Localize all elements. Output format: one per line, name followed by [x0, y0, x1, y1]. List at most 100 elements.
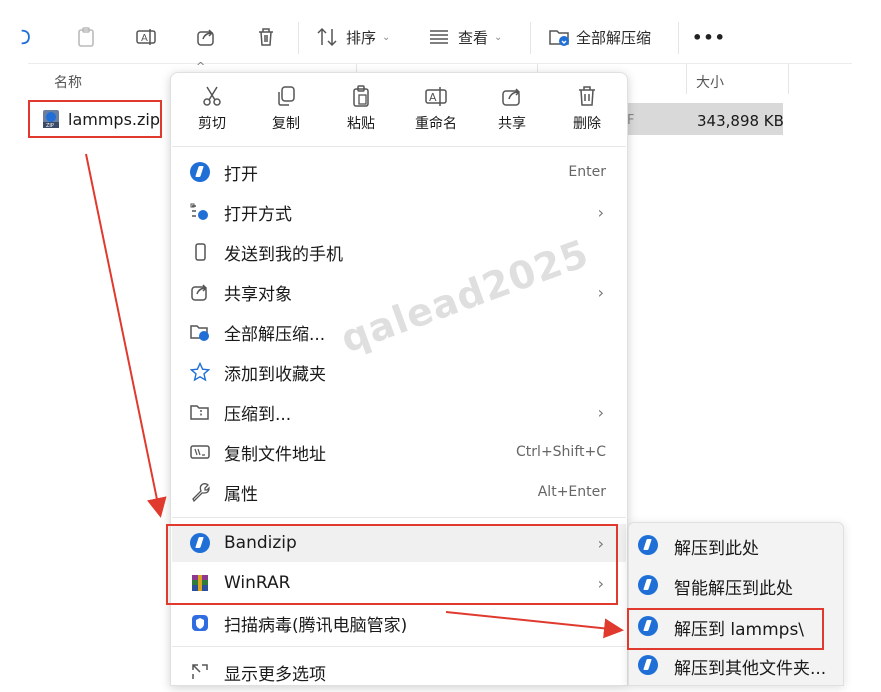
- toolbar: A 排序 ⌄ 查看 ⌄ 全部解压缩 •••: [0, 0, 881, 62]
- column-divider[interactable]: [686, 64, 687, 94]
- menu-item-label: 添加到收藏夹: [224, 364, 326, 385]
- menu-divider: [172, 517, 626, 518]
- rename-label: 重命名: [415, 116, 457, 132]
- bandizip-icon: [638, 575, 660, 597]
- bandizip-icon: [638, 655, 660, 677]
- rename-icon: A: [425, 87, 447, 106]
- column-header-size[interactable]: 大小: [696, 72, 724, 92]
- copy-icon: [278, 86, 295, 106]
- phone-icon: [190, 242, 210, 262]
- more-button[interactable]: •••: [692, 20, 726, 54]
- menu-item-label: 压缩到...: [224, 404, 292, 425]
- menu-item-shortcut: Ctrl+Shift+C: [516, 444, 606, 460]
- menu-item-shortcut: Alt+Enter: [537, 484, 606, 500]
- menu-item-more-options[interactable]: 显示更多选项: [172, 652, 626, 692]
- column-header-name[interactable]: 名称: [54, 72, 82, 92]
- submenu-item-label: 解压到其他文件夹...: [674, 658, 826, 679]
- submenu-item-smart-extract[interactable]: 智能解压到此处: [630, 566, 842, 606]
- chevron-right-icon: ›: [597, 402, 604, 422]
- new-icon[interactable]: [18, 20, 38, 54]
- column-divider[interactable]: [788, 64, 789, 94]
- menu-item-open[interactable]: 打开 Enter: [172, 152, 626, 192]
- menu-item-label: 全部解压缩...: [224, 324, 326, 345]
- share-button[interactable]: 共享: [478, 84, 546, 133]
- copy-button[interactable]: 复制: [252, 84, 320, 133]
- menu-item-label: 复制文件地址: [224, 444, 326, 465]
- extract-folder-icon: [190, 322, 210, 342]
- menu-item-label: 打开: [224, 164, 258, 185]
- bandizip-icon: [638, 535, 660, 557]
- paste-button[interactable]: 粘贴: [327, 84, 395, 133]
- cut-button[interactable]: 剪切: [178, 84, 246, 133]
- zip-file-icon: ZIP: [43, 110, 59, 129]
- view-label: 查看: [458, 28, 489, 47]
- chevron-down-icon: ⌄: [382, 31, 391, 43]
- menu-item-compress-to[interactable]: 压缩到... ›: [172, 392, 626, 432]
- svg-text:ZIP: ZIP: [46, 123, 54, 129]
- paste-label: 粘贴: [347, 116, 375, 132]
- sort-button[interactable]: 排序 ⌄: [316, 20, 390, 54]
- menu-item-label: 显示更多选项: [224, 664, 326, 685]
- more-options-icon: [190, 662, 210, 682]
- rename-button[interactable]: A 重命名: [402, 84, 470, 133]
- arrow-file-to-bandizip: [85, 153, 167, 518]
- share-toolbar-icon[interactable]: [192, 20, 220, 54]
- copy-path-icon: [190, 442, 210, 462]
- extract-folder-icon: [549, 30, 569, 46]
- menu-item-virus-scan[interactable]: 扫描病毒(腾讯电脑管家): [172, 603, 626, 643]
- chevron-right-icon: ›: [597, 282, 604, 302]
- chevron-right-icon: ›: [597, 202, 604, 222]
- shield-icon: [190, 613, 210, 633]
- menu-item-open-with[interactable]: 打开方式 ›: [172, 192, 626, 232]
- extract-all-label: 全部解压缩: [576, 28, 652, 47]
- menu-item-label: 属性: [224, 484, 258, 505]
- share-label: 共享: [498, 116, 526, 132]
- copy-label: 复制: [272, 116, 300, 132]
- rename-toolbar-icon[interactable]: A: [132, 20, 160, 54]
- paste-toolbar-icon[interactable]: [72, 20, 100, 54]
- file-item-lammps[interactable]: ZIP lammps.zip: [28, 100, 162, 138]
- submenu-item-extract-other[interactable]: 解压到其他文件夹...: [630, 646, 842, 686]
- open-with-icon: [190, 202, 210, 222]
- bandizip-icon: [190, 162, 210, 182]
- menu-divider: [172, 646, 626, 647]
- menu-item-copy-path[interactable]: 复制文件地址 Ctrl+Shift+C: [172, 432, 626, 472]
- scissors-icon: [203, 86, 221, 106]
- highlight-box-archivers: [166, 524, 618, 605]
- submenu-item-extract-here[interactable]: 解压到此处: [630, 526, 842, 566]
- compress-icon: [190, 402, 210, 422]
- cut-label: 剪切: [198, 116, 226, 132]
- menu-item-add-favorites[interactable]: 添加到收藏夹: [172, 352, 626, 392]
- extract-all-button[interactable]: 全部解压缩: [548, 20, 651, 54]
- svg-text:A: A: [141, 33, 148, 44]
- view-button[interactable]: 查看 ⌄: [428, 20, 502, 54]
- submenu-item-label: 智能解压到此处: [674, 578, 793, 599]
- paste-icon: [353, 85, 369, 107]
- more-icon: •••: [692, 27, 726, 47]
- menu-item-label: 发送到我的手机: [224, 244, 343, 265]
- chevron-down-icon: ⌄: [494, 31, 503, 43]
- trash-icon: [579, 86, 595, 106]
- view-icon: [430, 30, 448, 44]
- file-size: 343,898 KB: [697, 112, 784, 130]
- menu-item-label: 扫描病毒(腾讯电脑管家): [224, 615, 408, 636]
- share-icon: [502, 88, 521, 106]
- submenu-item-label: 解压到此处: [674, 538, 759, 559]
- file-name: lammps.zip: [68, 109, 160, 129]
- svg-text:A: A: [429, 91, 437, 104]
- delete-toolbar-icon[interactable]: [252, 20, 280, 54]
- highlight-box-extract-target: [627, 608, 824, 650]
- star-icon: [190, 362, 210, 382]
- menu-item-properties[interactable]: 属性 Alt+Enter: [172, 472, 626, 512]
- sort-icon: [317, 27, 337, 47]
- menu-item-label: 打开方式: [224, 204, 292, 225]
- row-type-fragment: F: [627, 113, 635, 128]
- share-icon: [190, 282, 210, 302]
- delete-label: 删除: [573, 116, 601, 132]
- wrench-icon: [190, 482, 210, 502]
- menu-item-label: 共享对象: [224, 284, 292, 305]
- delete-button[interactable]: 删除: [553, 84, 621, 133]
- header-divider: [28, 63, 852, 64]
- sort-label: 排序: [346, 28, 377, 47]
- menu-divider: [172, 146, 626, 147]
